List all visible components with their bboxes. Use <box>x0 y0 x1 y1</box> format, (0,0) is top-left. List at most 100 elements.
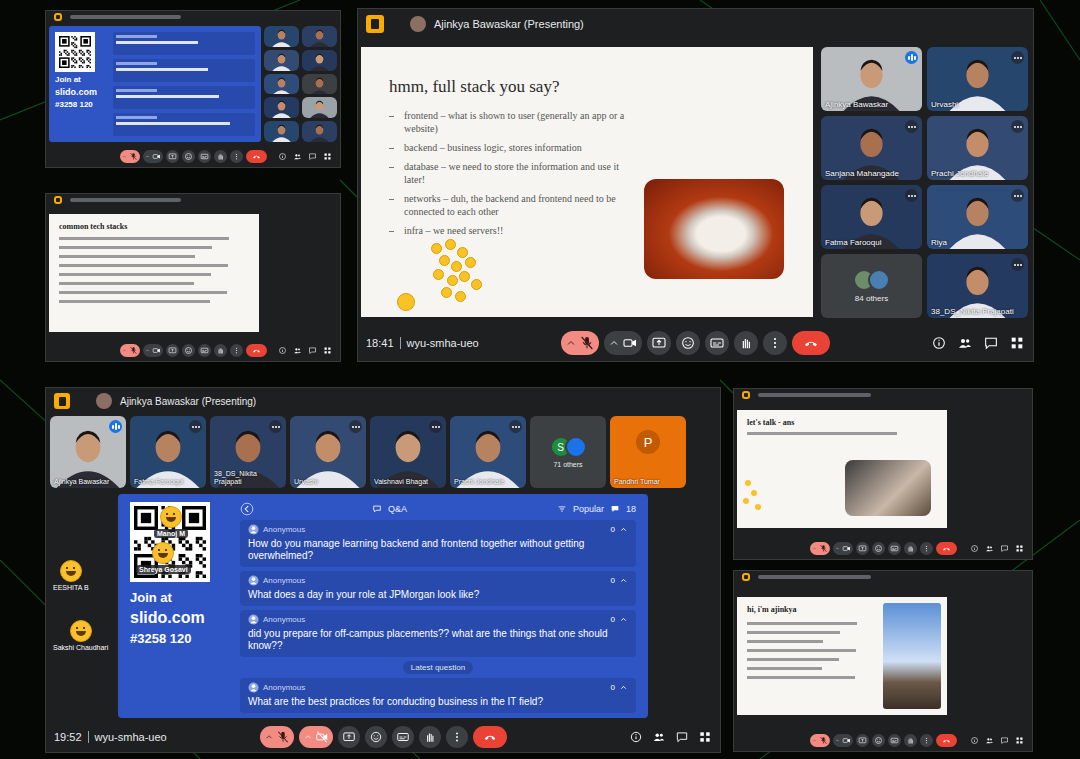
emoji-button[interactable] <box>676 331 700 355</box>
more-options-button[interactable] <box>920 734 933 747</box>
raise-hand-button[interactable] <box>734 331 758 355</box>
back-icon[interactable] <box>240 502 254 516</box>
people-icon[interactable] <box>293 346 302 355</box>
activities-icon[interactable] <box>1015 736 1024 745</box>
leave-call-button[interactable] <box>246 344 267 357</box>
participant-tile[interactable] <box>264 97 299 118</box>
present-button[interactable] <box>647 331 671 355</box>
emoji-button[interactable] <box>182 150 195 163</box>
info-icon[interactable] <box>278 152 287 161</box>
participant-tile[interactable] <box>302 74 337 95</box>
participant-tile[interactable] <box>302 50 337 71</box>
sort-label[interactable]: Popular <box>573 504 604 514</box>
question-card[interactable]: Anonymous0How do you manage learning bac… <box>240 520 636 567</box>
captions-button[interactable] <box>705 331 729 355</box>
camera-button[interactable] <box>833 734 853 747</box>
emoji-button[interactable] <box>872 734 885 747</box>
raise-hand-button[interactable] <box>904 734 917 747</box>
participant-tile[interactable]: 84 others <box>821 254 922 318</box>
participant-tile[interactable]: Prachi Jondhale <box>450 416 526 488</box>
chat-icon[interactable] <box>308 346 317 355</box>
qr-code[interactable] <box>55 32 95 72</box>
participant-tile[interactable] <box>264 74 299 95</box>
raise-hand-button[interactable] <box>419 726 441 748</box>
chat-icon[interactable] <box>1000 544 1009 553</box>
leave-call-button[interactable] <box>246 150 267 163</box>
like-icon[interactable] <box>619 683 628 692</box>
participant-tile[interactable]: Urvashi <box>927 47 1028 111</box>
more-options-button[interactable] <box>763 331 787 355</box>
participant-tile[interactable]: S71 others <box>530 416 606 488</box>
participant-tile[interactable]: Fatma Farooqui <box>130 416 206 488</box>
like-icon[interactable] <box>619 615 628 624</box>
info-icon[interactable] <box>970 544 979 553</box>
question-card[interactable]: Anonymous0What does a day in your role a… <box>240 571 636 606</box>
present-button[interactable] <box>338 726 360 748</box>
info-icon[interactable] <box>629 730 643 744</box>
participant-tile[interactable]: Prachi Jondhale <box>927 116 1028 180</box>
participant-tile[interactable] <box>264 26 299 47</box>
participant-tile[interactable]: Ajinkya Bawaskar <box>821 47 922 111</box>
emoji-button[interactable] <box>182 344 195 357</box>
more-options-button[interactable] <box>446 726 468 748</box>
present-button[interactable] <box>856 542 869 555</box>
people-icon[interactable] <box>985 736 994 745</box>
like-icon[interactable] <box>619 525 628 534</box>
participant-tile[interactable]: PPandhri Tumar <box>610 416 686 488</box>
people-icon[interactable] <box>957 335 973 351</box>
captions-button[interactable] <box>392 726 414 748</box>
camera-button[interactable] <box>604 331 642 355</box>
mic-button[interactable] <box>120 150 140 163</box>
participant-tile[interactable]: Fatma Farooqui <box>821 185 922 249</box>
activities-icon[interactable] <box>323 152 332 161</box>
raise-hand-button[interactable] <box>214 344 227 357</box>
chat-icon[interactable] <box>983 335 999 351</box>
raise-hand-button[interactable] <box>904 542 917 555</box>
raise-hand-button[interactable] <box>214 150 227 163</box>
more-options-button[interactable] <box>230 150 243 163</box>
present-button[interactable] <box>166 150 179 163</box>
camera-button[interactable] <box>299 726 333 748</box>
camera-button[interactable] <box>143 150 163 163</box>
qa-tab[interactable]: Q&A <box>388 504 407 514</box>
more-options-button[interactable] <box>920 542 933 555</box>
participant-tile[interactable]: Vaishnavi Bhagat <box>370 416 446 488</box>
emoji-button[interactable] <box>872 542 885 555</box>
emoji-button[interactable] <box>365 726 387 748</box>
more-options-button[interactable] <box>230 344 243 357</box>
participant-tile[interactable]: Riya <box>927 185 1028 249</box>
like-icon[interactable] <box>619 576 628 585</box>
participant-tile[interactable]: 38_DS_Nikita Prajapati <box>210 416 286 488</box>
participant-tile[interactable]: Ajinkya Bawaskar <box>50 416 126 488</box>
participant-tile[interactable]: Urvashi <box>290 416 366 488</box>
people-icon[interactable] <box>985 544 994 553</box>
captions-button[interactable] <box>888 734 901 747</box>
info-icon[interactable] <box>931 335 947 351</box>
info-icon[interactable] <box>278 346 287 355</box>
qr-code[interactable]: Manoj MShreya Gosavi <box>130 502 210 582</box>
mic-button[interactable] <box>120 344 140 357</box>
question-card[interactable]: Anonymous0did you prepare for off-campus… <box>240 610 636 657</box>
participant-tile[interactable] <box>264 121 299 142</box>
info-icon[interactable] <box>970 736 979 745</box>
participant-tile[interactable] <box>302 26 337 47</box>
people-icon[interactable] <box>652 730 666 744</box>
captions-button[interactable] <box>198 344 211 357</box>
activities-icon[interactable] <box>323 346 332 355</box>
participant-tile[interactable] <box>302 121 337 142</box>
chat-icon[interactable] <box>1000 736 1009 745</box>
present-button[interactable] <box>856 734 869 747</box>
chat-icon[interactable] <box>675 730 689 744</box>
participant-tile[interactable] <box>302 97 337 118</box>
leave-call-button[interactable] <box>936 734 957 747</box>
camera-button[interactable] <box>833 542 853 555</box>
mic-button[interactable] <box>810 734 830 747</box>
mic-button[interactable] <box>810 542 830 555</box>
participant-tile[interactable] <box>264 50 299 71</box>
mic-button[interactable] <box>260 726 294 748</box>
participant-tile[interactable]: Sanjana Mahangade <box>821 116 922 180</box>
present-button[interactable] <box>166 344 179 357</box>
activities-icon[interactable] <box>698 730 712 744</box>
leave-call-button[interactable] <box>792 331 830 355</box>
captions-button[interactable] <box>198 150 211 163</box>
